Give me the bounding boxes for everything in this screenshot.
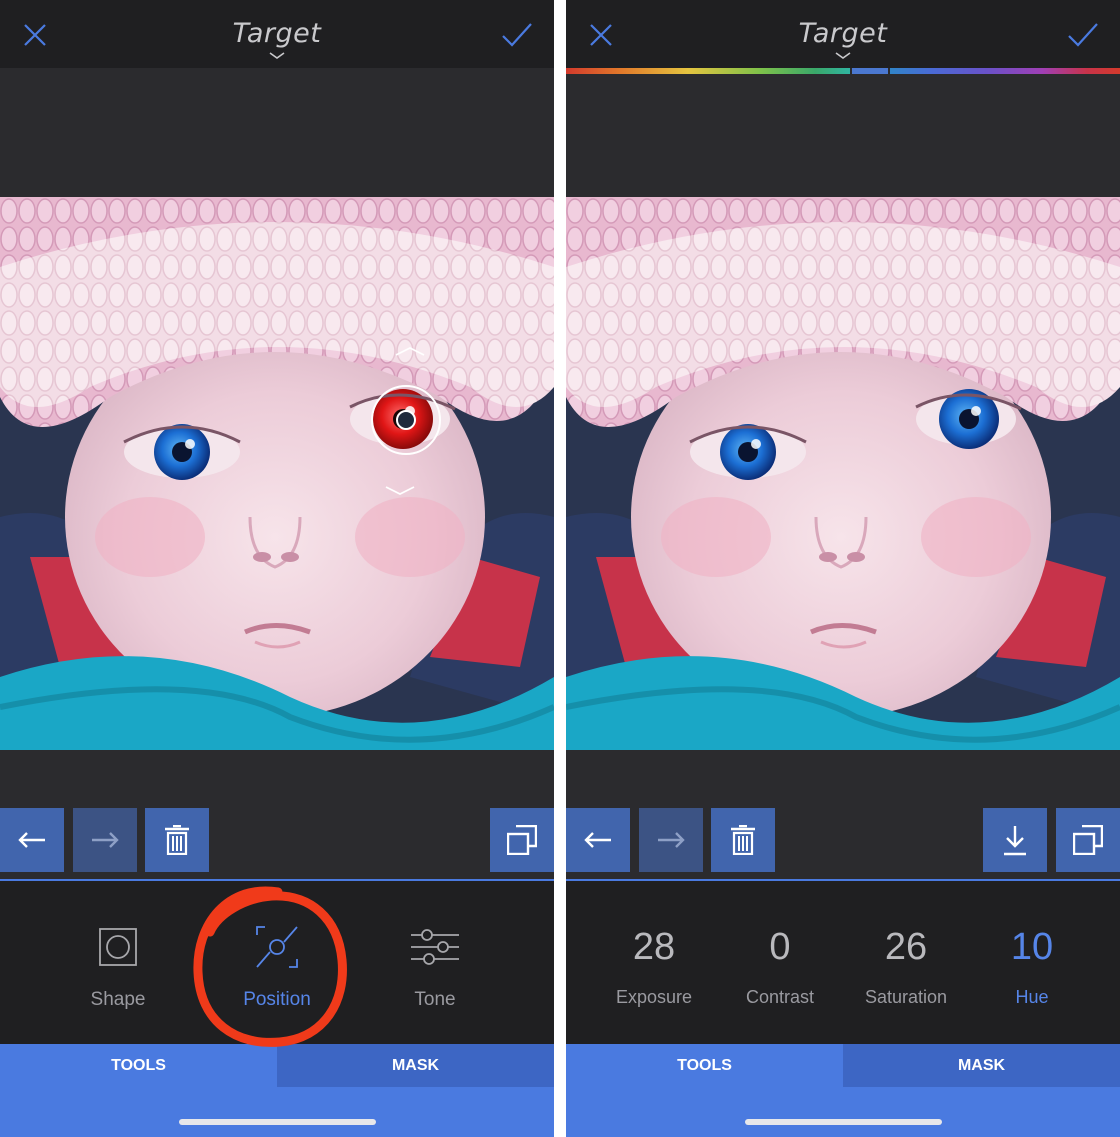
tool-shape[interactable]: Shape	[58, 921, 178, 1011]
page-title[interactable]: Target	[566, 18, 1120, 49]
tab-tools[interactable]: TOOLS	[566, 1044, 843, 1087]
chevron-down-icon[interactable]	[269, 52, 285, 60]
right-editor-panel: Target 28 Exposure 0 Contrast 26 Saturat…	[566, 0, 1120, 1137]
param-saturation[interactable]: 26 Saturation	[846, 925, 966, 1008]
arrow-left-icon	[584, 832, 611, 848]
confirm-check-icon[interactable]	[500, 20, 534, 50]
param-hue-value: 10	[1010, 926, 1054, 968]
chevron-down-icon[interactable]	[835, 52, 851, 60]
tool-position-label: Position	[243, 989, 311, 1010]
param-exposure-label: Exposure	[615, 987, 693, 1007]
duplicate-icon	[1073, 825, 1103, 855]
hue-range-strip[interactable]	[566, 68, 1120, 74]
top-bar: Target	[566, 0, 1120, 68]
param-saturation-value: 26	[884, 926, 928, 968]
tone-sliders-icon	[411, 929, 459, 965]
duplicate-button[interactable]	[490, 808, 554, 872]
trash-icon	[731, 825, 755, 855]
param-contrast[interactable]: 0 Contrast	[720, 925, 840, 1008]
param-saturation-label: Saturation	[864, 987, 948, 1007]
download-button[interactable]	[983, 808, 1047, 872]
tab-tools[interactable]: TOOLS	[0, 1044, 277, 1087]
param-exposure[interactable]: 28 Exposure	[594, 925, 714, 1008]
redo-button[interactable]	[73, 808, 137, 872]
home-indicator[interactable]	[745, 1119, 942, 1125]
action-row	[0, 808, 554, 872]
tone-params: 28 Exposure 0 Contrast 26 Saturation 10 …	[566, 881, 1120, 1044]
delete-button[interactable]	[711, 808, 775, 872]
hue-range-marker[interactable]	[850, 68, 890, 74]
page-title[interactable]: Target	[0, 18, 554, 49]
tool-shape-label: Shape	[90, 989, 146, 1010]
tab-mask[interactable]: MASK	[843, 1044, 1120, 1087]
param-contrast-value: 0	[769, 926, 791, 968]
param-exposure-value: 28	[632, 926, 676, 968]
top-bar: Target	[0, 0, 554, 68]
tool-tone-label: Tone	[414, 989, 456, 1010]
arrow-right-icon	[92, 832, 119, 848]
param-hue[interactable]: 10 Hue	[972, 925, 1092, 1008]
param-contrast-label: Contrast	[745, 987, 815, 1007]
photo-canvas[interactable]	[566, 197, 1120, 750]
confirm-check-icon[interactable]	[1066, 20, 1100, 50]
tool-position[interactable]: Position	[217, 921, 337, 1011]
tool-selector: Shape Position Tone	[0, 881, 554, 1044]
delete-button[interactable]	[145, 808, 209, 872]
undo-button[interactable]	[566, 808, 630, 872]
home-indicator[interactable]	[179, 1119, 376, 1125]
bottom-tab-bar: TOOLS MASK	[566, 1044, 1120, 1137]
left-editor-panel: Target Shape Position Tone TOOLS MASK	[0, 0, 554, 1137]
redo-button[interactable]	[639, 808, 703, 872]
tool-tone[interactable]: Tone	[375, 921, 495, 1011]
param-hue-label: Hue	[1015, 987, 1049, 1007]
shape-icon	[99, 928, 137, 966]
trash-icon	[165, 825, 189, 855]
tab-mask[interactable]: MASK	[277, 1044, 554, 1087]
duplicate-button[interactable]	[1056, 808, 1120, 872]
arrow-left-icon	[18, 832, 45, 848]
position-icon	[256, 926, 298, 968]
bottom-tab-bar: TOOLS MASK	[0, 1044, 554, 1137]
download-icon	[1004, 826, 1026, 856]
photo-canvas[interactable]	[0, 197, 554, 750]
undo-button[interactable]	[0, 808, 64, 872]
duplicate-icon	[507, 825, 537, 855]
action-row	[566, 808, 1120, 872]
arrow-right-icon	[658, 832, 685, 848]
